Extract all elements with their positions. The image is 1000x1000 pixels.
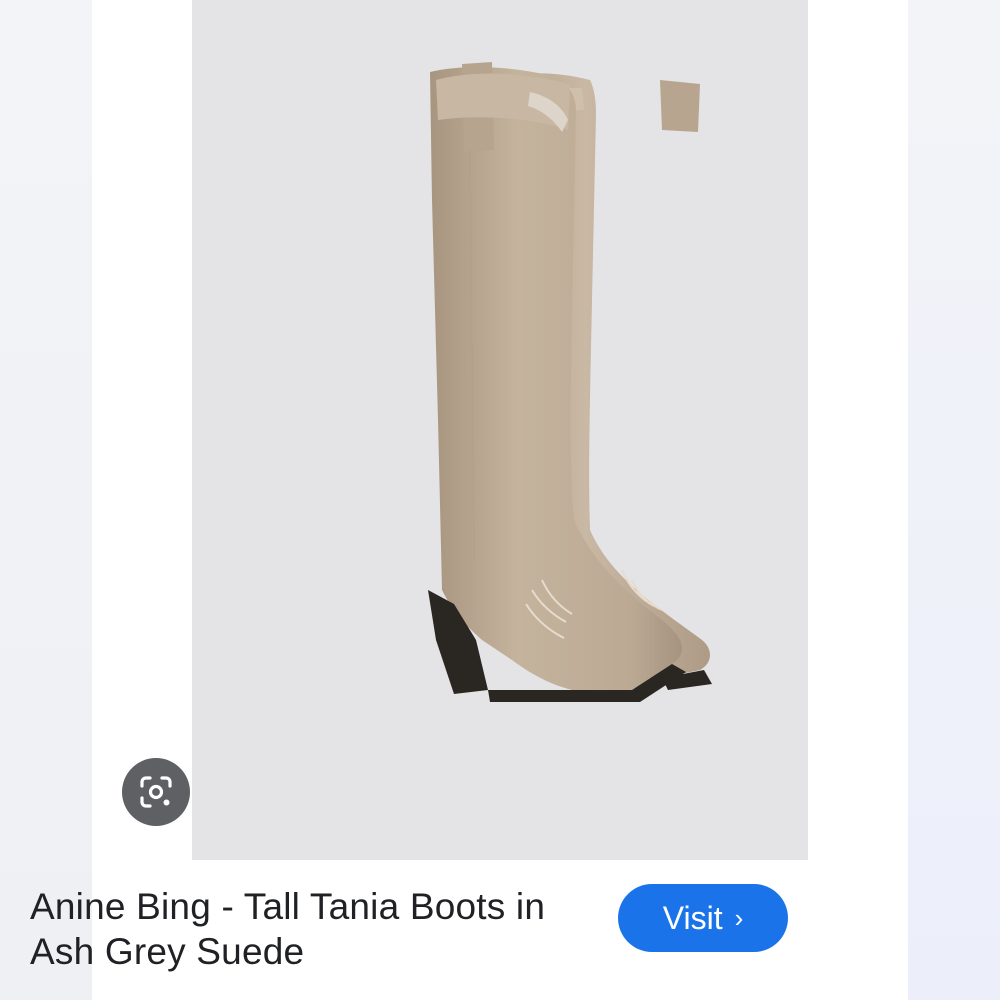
result-card [92, 0, 908, 1000]
google-lens-button[interactable] [122, 758, 190, 826]
product-image-area [92, 0, 908, 860]
visit-button-label: Visit [662, 899, 723, 936]
product-title[interactable]: Anine Bing - Tall Tania Boots in Ash Gre… [30, 884, 610, 974]
product-image[interactable] [192, 0, 808, 860]
chevron-right-icon: › [734, 903, 744, 933]
visit-button[interactable]: Visit › [618, 884, 788, 952]
boots-illustration [428, 62, 712, 702]
left-margin [0, 0, 92, 1000]
google-lens-icon [140, 776, 172, 808]
right-margin [908, 0, 1000, 1000]
